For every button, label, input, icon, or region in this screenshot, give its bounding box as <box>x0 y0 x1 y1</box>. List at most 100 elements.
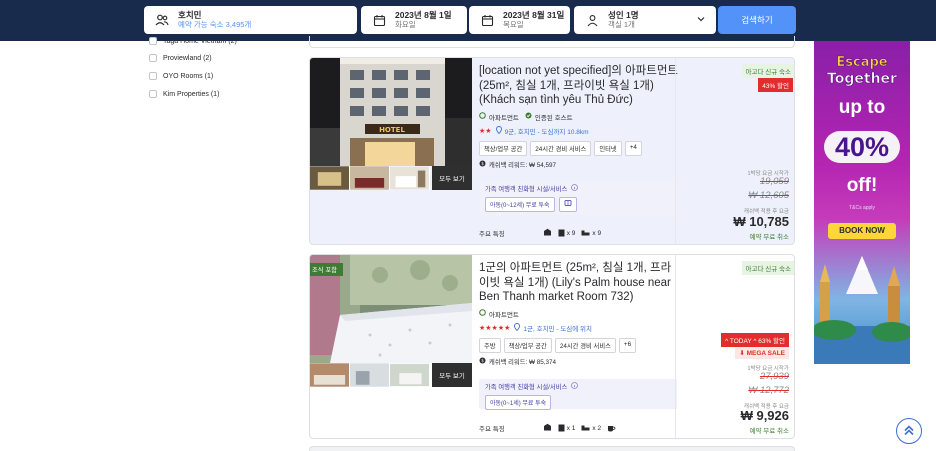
location-pin-icon <box>514 322 521 333</box>
previous-card <box>309 36 795 48</box>
apartment-icon <box>479 309 486 318</box>
crossed-price: ₩ 12,605 <box>748 190 789 201</box>
feature-count: x 9 <box>592 229 602 237</box>
thumbnail[interactable] <box>350 363 390 387</box>
apartment-icon <box>479 112 486 121</box>
property-card[interactable]: HOTEL 모두 보기 [location not yet specified]… <box>309 57 795 245</box>
key-features: 주요 특징 x 9 x 9 <box>479 228 679 238</box>
free-cancellation: 예약 무료 취소 <box>749 428 790 435</box>
crib-icon <box>558 197 577 212</box>
double-chevron-up-icon <box>902 423 916 440</box>
property-title[interactable]: [location not yet specified]의 아파트먼트 (25m… <box>479 64 679 108</box>
final-price[interactable]: ₩ 9,926 <box>741 408 789 423</box>
checkbox[interactable] <box>149 72 157 80</box>
crossed-price: ₩ 12,772 <box>748 385 789 396</box>
guests-field[interactable]: 성인 1명 객실 1개 <box>574 6 716 34</box>
amenity-tag: 24시간 경비 서비스 <box>530 140 592 156</box>
info-icon[interactable] <box>571 184 579 193</box>
checkbox[interactable] <box>149 54 157 62</box>
filter-option[interactable]: Proviewland (2) <box>149 54 212 62</box>
cashback-reward: 캐쉬백 리워드: ₩ 85,374 <box>489 358 556 366</box>
filter-option[interactable]: Taga Home Vietnam (2) <box>149 37 237 45</box>
thumbnail[interactable] <box>390 166 430 190</box>
chevron-down-icon <box>696 14 706 27</box>
thumbnail[interactable] <box>350 166 390 190</box>
amenity-tag: 인터넷 <box>594 140 622 156</box>
next-card <box>309 446 795 451</box>
filter-label: Taga Home Vietnam (2) <box>163 37 237 45</box>
property-title[interactable]: 1군의 아파트먼트 (25m², 침실 1개, 프라이빗 욕실 1개) (Lil… <box>479 261 679 305</box>
family-chip: 아동(0~1세) 무료 투숙 <box>485 395 552 410</box>
checkout-field[interactable]: 2023년 8월 31일 목요일 <box>469 6 570 34</box>
filter-option[interactable]: Kim Properties (1) <box>149 90 219 98</box>
guests-rooms: 객실 1개 <box>608 19 635 29</box>
more-amenities[interactable]: +6 <box>618 337 637 353</box>
thumbnail[interactable] <box>310 363 350 387</box>
cashback-icon: $ <box>479 357 486 366</box>
hotel-photo: HOTEL <box>310 58 472 166</box>
see-all-photos-button[interactable]: 모두 보기 <box>432 363 472 387</box>
people-icon <box>152 10 172 30</box>
filter-option[interactable]: OYO Rooms (1) <box>149 72 213 80</box>
checkin-field[interactable]: 2023년 8월 1일 화요일 <box>361 6 467 34</box>
original-price: 19,059 <box>759 176 789 187</box>
location-link[interactable]: 9군, 호치민 - 도심까지 10.8km <box>505 126 589 136</box>
ad-percent: 40% <box>824 131 900 163</box>
filter-label: OYO Rooms (1) <box>163 72 214 80</box>
coffee-icon <box>607 424 616 432</box>
feature-count: x 2 <box>592 424 602 432</box>
info-icon[interactable] <box>571 382 579 391</box>
bed-icon <box>581 425 590 432</box>
ad-headline-1: Escape <box>836 55 887 70</box>
destination-count: 예약 가능 숙소 3,495개 <box>178 19 252 29</box>
book-now-button[interactable]: BOOK NOW <box>828 223 896 239</box>
checkout-weekday: 목요일 <box>503 19 524 29</box>
scroll-to-top-button[interactable] <box>896 418 922 444</box>
amenity-tag: 24시간 경비 서비스 <box>554 337 616 353</box>
ad-up-to: up to <box>838 97 886 118</box>
thumbnail[interactable] <box>390 363 430 387</box>
price-column: 아고다 신규 숙소 ^ TODAY ^ 63% 할인 ⬇ MEGA SALE 1… <box>675 255 794 438</box>
checkbox[interactable] <box>149 37 157 45</box>
verified-host: 인증된 호스트 <box>534 114 573 122</box>
building-icon <box>543 423 552 433</box>
location-link[interactable]: 1군, 호치민 - 도심에 위치 <box>523 323 592 333</box>
verified-icon <box>525 112 532 121</box>
feature-count: x 9 <box>566 229 576 237</box>
final-price[interactable]: ₩ 10,785 <box>733 214 789 229</box>
property-card[interactable]: 조식 포함 모두 보기 1군의 아파트먼트 (25m², 침실 1개, 프라이빗… <box>309 254 795 439</box>
see-all-photos-button[interactable]: 모두 보기 <box>432 166 472 190</box>
free-cancellation: 예약 무료 취소 <box>749 234 790 241</box>
search-button[interactable]: 검색하기 <box>718 6 796 34</box>
more-amenities[interactable]: +4 <box>624 140 642 156</box>
thumbnail[interactable] <box>310 166 350 190</box>
key-features: 주요 특징 x 1 x 2 <box>479 423 679 433</box>
property-type: 아파트먼트 <box>489 114 519 122</box>
room-icon <box>558 229 565 237</box>
features-label: 주요 특징 <box>479 231 505 238</box>
cashback-reward: 캐쉬백 리워드: ₩ 54,597 <box>489 161 556 169</box>
features-label: 주요 특징 <box>479 426 505 433</box>
amenity-tag: 책상/업무 공간 <box>503 337 552 353</box>
family-friendly-box: 가족 여행객 친화형 시설/서비스 아동(0~12세) 무료 투숙 <box>479 181 677 215</box>
building-icon <box>543 228 552 238</box>
checkin-weekday: 화요일 <box>395 19 416 29</box>
discount-badge: 43% 할인 <box>758 78 793 92</box>
cashback-icon: $ <box>479 160 486 169</box>
promo-banner[interactable]: Escape Together up to 40% off! T&Cs appl… <box>814 41 910 364</box>
landmarks-illustration <box>814 256 910 364</box>
family-label: 가족 여행객 친화형 시설/서비스 <box>485 186 568 193</box>
ad-terms: T&Cs apply <box>849 205 875 211</box>
destination-field[interactable]: 호치민 예약 가능 숙소 3,495개 <box>144 6 357 34</box>
location-pin-icon <box>495 125 502 136</box>
filter-label: Proviewland (2) <box>163 54 212 62</box>
svg-text:$: $ <box>481 358 484 364</box>
checkbox[interactable] <box>149 90 157 98</box>
calendar-icon <box>477 10 497 30</box>
breakfast-badge: 조식 포함 <box>310 263 343 276</box>
family-label: 가족 여행객 친화형 시설/서비스 <box>485 384 568 391</box>
star-rating: ★★ <box>479 127 492 135</box>
room-icon <box>558 424 565 432</box>
escape-together-logo: Escape Together <box>827 55 898 88</box>
original-price: 27,939 <box>759 371 789 382</box>
